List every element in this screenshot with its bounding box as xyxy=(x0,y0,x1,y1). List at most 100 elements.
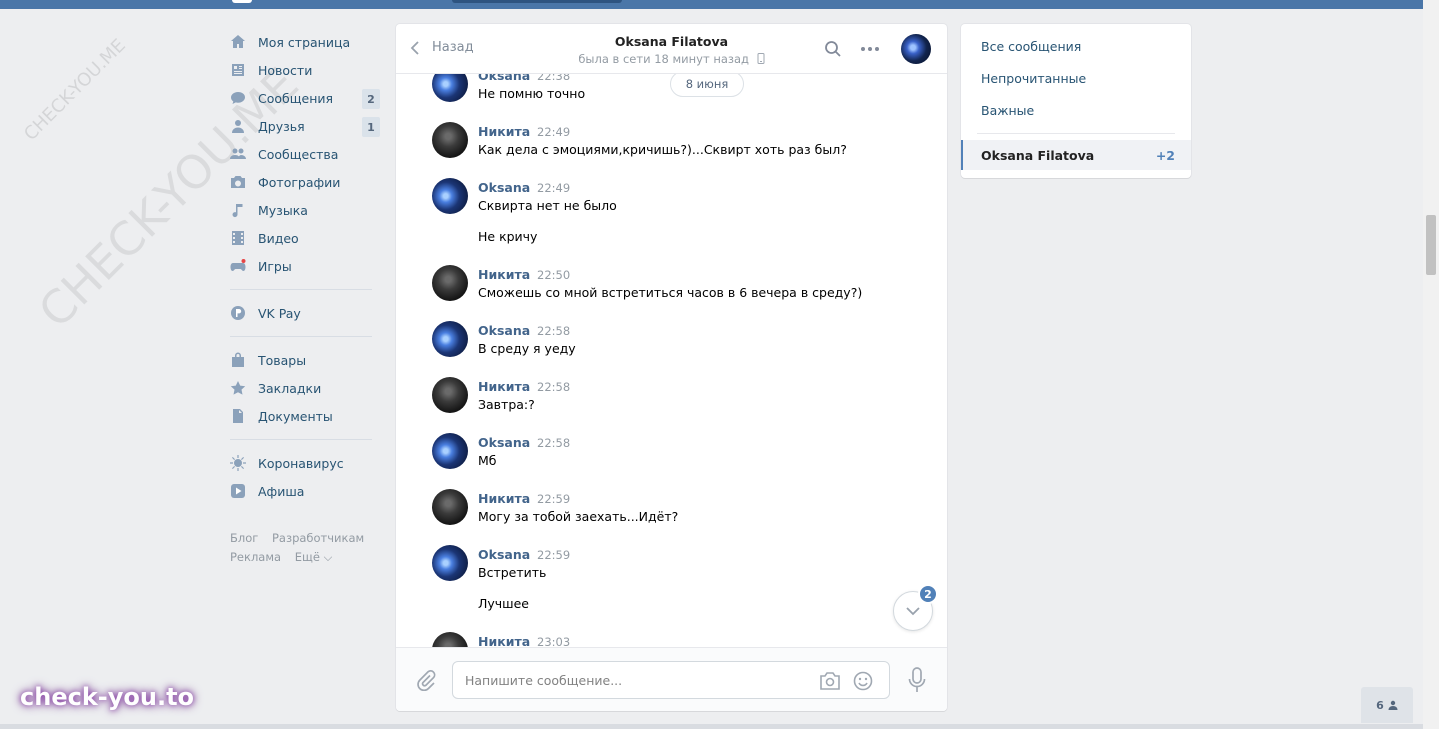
watermark-small: CHECK-YOU.ME xyxy=(20,35,130,145)
friends-icon xyxy=(230,118,246,134)
bookmarks-icon xyxy=(230,380,246,396)
filter-unread[interactable]: Непрочитанные xyxy=(981,71,1086,86)
online-friends-count: 6 xyxy=(1376,698,1384,712)
avatar[interactable] xyxy=(432,265,468,301)
more-icon[interactable] xyxy=(860,40,880,58)
nav-friends[interactable]: Друзья 1 xyxy=(230,112,382,140)
filter-divider xyxy=(977,133,1175,134)
avatar[interactable] xyxy=(432,122,468,158)
footer-ads-link[interactable]: Реклама xyxy=(230,550,281,564)
message-text: В среду я уеду xyxy=(478,341,576,356)
nav-games[interactable]: Игры xyxy=(230,252,382,280)
messages-count-badge: 2 xyxy=(362,89,380,109)
avatar[interactable] xyxy=(432,632,468,647)
message-author[interactable]: Никита xyxy=(478,124,530,139)
nav-video[interactable]: Видео xyxy=(230,224,382,252)
message-author[interactable]: Oksana xyxy=(478,435,530,450)
filter-important[interactable]: Важные xyxy=(981,103,1034,118)
nav-label: Игры xyxy=(258,258,292,274)
avatar[interactable] xyxy=(432,545,468,581)
filter-all-messages[interactable]: Все сообщения xyxy=(981,39,1081,54)
message-text: Лучшее xyxy=(478,596,530,611)
nav-afisha[interactable]: Афиша xyxy=(230,477,382,505)
message-text: Сквирта нет не было xyxy=(478,198,617,213)
nav-label: VK Pay xyxy=(258,305,301,321)
avatar[interactable] xyxy=(432,321,468,357)
footer-links: Блог Разработчикам Реклама Ещё ⌵ xyxy=(230,529,382,567)
message-author[interactable]: Никита xyxy=(478,267,530,282)
message-author[interactable]: Никита xyxy=(478,634,530,647)
top-search[interactable] xyxy=(452,0,622,3)
message-author[interactable]: Oksana xyxy=(478,180,530,195)
message-author[interactable]: Никита xyxy=(478,379,530,394)
scroll-down-button[interactable]: 2 xyxy=(893,584,938,631)
nav-goods[interactable]: Товары xyxy=(230,346,382,374)
active-conversation[interactable]: Oksana Filatova +2 xyxy=(961,140,1191,170)
vk-logo[interactable] xyxy=(232,0,252,3)
peer-avatar[interactable] xyxy=(901,34,931,64)
scrollbar-thumb[interactable] xyxy=(1426,215,1436,275)
message-input-box[interactable] xyxy=(452,661,890,699)
message-text: Могу за тобой заехать...Идёт? xyxy=(478,509,679,524)
nav-label: Фотографии xyxy=(258,174,341,190)
left-nav: Моя страница Новости Сообщения 2 Друзья … xyxy=(230,28,382,567)
message-time: 22:38 xyxy=(537,74,571,83)
afisha-icon xyxy=(230,483,246,499)
avatar[interactable] xyxy=(432,377,468,413)
vkpay-icon xyxy=(230,305,246,321)
message-input[interactable] xyxy=(465,670,805,690)
chat-panel: Назад Oksana Filatova была в сети 18 мин… xyxy=(396,24,947,711)
video-icon xyxy=(230,230,246,246)
microphone-icon[interactable] xyxy=(907,667,927,693)
footer-blog-link[interactable]: Блог xyxy=(230,531,258,545)
page-scrollbar[interactable] xyxy=(1423,0,1439,729)
nav-communities[interactable]: Сообщества xyxy=(230,140,382,168)
avatar[interactable] xyxy=(432,433,468,469)
nav-news[interactable]: Новости xyxy=(230,56,382,84)
emoji-icon[interactable] xyxy=(853,671,873,691)
footer-more-link[interactable]: Ещё ⌵ xyxy=(295,550,333,564)
nav-coronavirus[interactable]: Коронавирус xyxy=(230,449,382,477)
nav-vkpay[interactable]: VK Pay xyxy=(230,299,382,327)
nav-photos[interactable]: Фотографии xyxy=(230,168,382,196)
message-time: 22:49 xyxy=(537,181,571,195)
message-author[interactable]: Никита xyxy=(478,491,530,506)
message-text: Встретить xyxy=(478,565,547,580)
message-text: Мб xyxy=(478,453,497,468)
music-icon xyxy=(230,202,246,218)
avatar[interactable] xyxy=(432,178,468,214)
message-time: 22:58 xyxy=(537,324,571,338)
paperclip-icon[interactable] xyxy=(415,669,437,691)
avatar[interactable] xyxy=(432,489,468,525)
message-history[interactable]: Oksana 22:38 Не помню точно 8 июня Никит… xyxy=(396,74,947,647)
top-bar xyxy=(0,0,1423,9)
message-author[interactable]: Oksana xyxy=(478,74,530,83)
message-text: Не помню точно xyxy=(478,86,586,101)
nav-documents[interactable]: Документы xyxy=(230,402,382,430)
friends-count-badge: 1 xyxy=(362,117,380,137)
camera-icon[interactable] xyxy=(819,671,841,691)
mobile-icon xyxy=(757,53,765,64)
nav-label: Закладки xyxy=(258,380,322,396)
message-time: 22:59 xyxy=(537,548,571,562)
nav-label: Моя страница xyxy=(258,34,351,50)
nav-music[interactable]: Музыка xyxy=(230,196,382,224)
message-time: 22:49 xyxy=(537,125,571,139)
nav-divider xyxy=(230,439,372,440)
message-time: 22:59 xyxy=(537,492,571,506)
active-conversation-name: Oksana Filatova xyxy=(981,148,1095,163)
coronavirus-icon xyxy=(230,455,246,471)
online-friends-widget[interactable]: 6 xyxy=(1361,687,1413,723)
nav-label: Видео xyxy=(258,230,299,246)
nav-my-page[interactable]: Моя страница xyxy=(230,28,382,56)
message-author[interactable]: Oksana xyxy=(478,547,530,562)
search-icon[interactable] xyxy=(824,40,842,58)
person-icon xyxy=(1388,700,1398,710)
avatar[interactable] xyxy=(432,74,468,102)
footer-dev-link[interactable]: Разработчикам xyxy=(272,531,364,545)
nav-bookmarks[interactable]: Закладки xyxy=(230,374,382,402)
nav-label: Коронавирус xyxy=(258,455,344,471)
nav-messages[interactable]: Сообщения 2 xyxy=(230,84,382,112)
message-author[interactable]: Oksana xyxy=(478,323,530,338)
nav-label: Афиша xyxy=(258,483,305,499)
